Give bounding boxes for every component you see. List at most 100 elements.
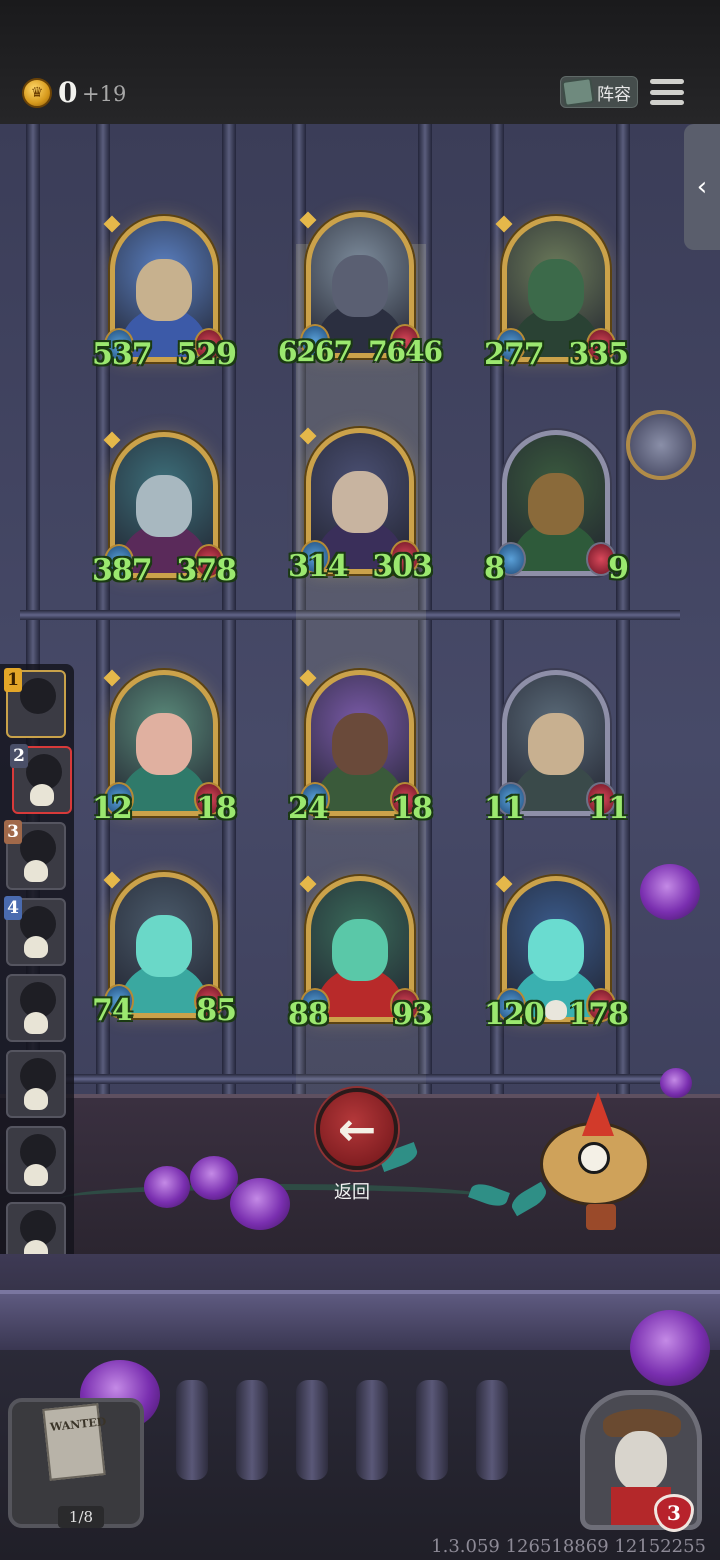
health-value: 335 xyxy=(568,337,629,372)
attack-value: 387 xyxy=(92,553,153,588)
bird-eye xyxy=(578,1142,610,1174)
health-value: 18 xyxy=(392,791,433,826)
top-bar: ♛ 0 +19 阵容 xyxy=(0,0,720,124)
tier-star-icon xyxy=(299,211,317,229)
menu-button[interactable] xyxy=(650,76,684,108)
wanted-poster-icon xyxy=(42,1403,106,1481)
arrow-left-icon: ← xyxy=(337,1102,377,1156)
baluster xyxy=(296,1380,328,1480)
tier-star-icon xyxy=(299,669,317,687)
health-value: 18 xyxy=(196,791,237,826)
minion-face xyxy=(528,919,584,982)
bird-bag xyxy=(586,1204,616,1230)
back-button[interactable]: ← xyxy=(316,1088,398,1170)
roster-slot[interactable]: 3 xyxy=(4,820,66,890)
chevron-left-icon: ‹ xyxy=(696,172,708,202)
hero-face xyxy=(615,1431,667,1491)
minion-card-king[interactable]: 537 529 xyxy=(92,215,237,372)
attack-value: 537 xyxy=(92,337,153,372)
skull-icon xyxy=(24,1164,48,1186)
tier-star-icon xyxy=(103,871,121,889)
roster-slot[interactable] xyxy=(6,974,66,1042)
railing xyxy=(0,1290,720,1350)
minion-face xyxy=(332,471,388,534)
window-frame xyxy=(616,124,630,1144)
minion-card-elf-sorceress[interactable]: 387 378 xyxy=(92,431,237,588)
coin-icon: ♛ xyxy=(22,78,52,108)
tier-star-icon xyxy=(103,215,121,233)
book-icon xyxy=(561,77,595,107)
opponent-roster: 1 2 3 4 xyxy=(0,664,74,1280)
baluster xyxy=(176,1380,208,1480)
skull-icon xyxy=(30,784,54,806)
side-panel-toggle[interactable]: ‹ xyxy=(684,124,720,250)
minion-card-ghost-brute[interactable]: 74 85 xyxy=(92,871,237,1028)
health-value: 7646 xyxy=(368,335,443,368)
minion-face xyxy=(528,713,584,776)
attack-value: 88 xyxy=(288,997,329,1032)
minion-card-goblin-beast[interactable]: 277 335 xyxy=(484,215,629,372)
minion-card-blue-hair-witch[interactable]: 314 303 xyxy=(288,427,433,584)
roster-slot[interactable] xyxy=(6,1126,66,1194)
minion-face xyxy=(136,713,192,776)
roster-slot[interactable]: 2 xyxy=(10,744,72,814)
rose-decoration xyxy=(630,1310,710,1386)
roster-slot[interactable]: 4 xyxy=(4,896,66,966)
attack-value: 277 xyxy=(484,337,545,372)
back-label: 返回 xyxy=(334,1182,370,1202)
attack-value: 120 xyxy=(484,997,545,1032)
attack-value: 12 xyxy=(92,791,133,826)
bird-hat xyxy=(582,1092,614,1136)
tier-star-icon xyxy=(103,669,121,687)
health-value: 178 xyxy=(568,997,629,1032)
rank-number: 1 xyxy=(4,668,22,692)
menu-line xyxy=(650,89,684,95)
health-value: 9 xyxy=(608,551,629,586)
baluster xyxy=(356,1380,388,1480)
minion-card-masked-druid[interactable]: 89 xyxy=(484,430,629,586)
coin-income: +19 xyxy=(82,82,127,106)
minion-card-ghost-maiden[interactable]: 120 178 xyxy=(484,875,629,1032)
health-value: 85 xyxy=(196,993,237,1028)
bird-mascot xyxy=(520,1092,660,1242)
skull-icon xyxy=(24,936,48,958)
window-frame xyxy=(222,124,236,1144)
roster-slot[interactable]: 1 xyxy=(4,668,66,738)
minion-face xyxy=(332,713,388,776)
attack-value: 74 xyxy=(92,993,133,1028)
pocket-watch-icon[interactable] xyxy=(626,410,696,480)
skull-icon xyxy=(24,860,48,882)
rose-decoration xyxy=(660,1068,692,1098)
minion-card-mushroom-spider[interactable]: 6267 7646 xyxy=(278,211,443,368)
attack-value: 11 xyxy=(484,791,525,826)
baluster xyxy=(236,1380,268,1480)
wanted-board[interactable]: WANTED 1/8 xyxy=(8,1398,144,1528)
menu-line xyxy=(650,100,684,105)
health-value: 529 xyxy=(176,337,237,372)
attack-value: 8 xyxy=(484,551,505,586)
health-value: 93 xyxy=(392,997,433,1032)
roster-slot[interactable] xyxy=(6,1050,66,1118)
lineup-button[interactable]: 阵容 xyxy=(560,76,638,108)
rose-decoration xyxy=(640,864,700,920)
tier-star-icon xyxy=(495,875,513,893)
attack-value: 314 xyxy=(288,549,349,584)
skull-icon xyxy=(545,1000,567,1020)
rose-decoration xyxy=(230,1178,290,1230)
tier-star-icon xyxy=(495,215,513,233)
health-value: 303 xyxy=(372,549,433,584)
minion-face xyxy=(136,915,192,978)
minion-card-ghost-ogre[interactable]: 88 93 xyxy=(288,875,433,1032)
minion-card-pipe-hunter[interactable]: 11 11 xyxy=(484,670,629,826)
minion-card-red-hair-priestess[interactable]: 12 18 xyxy=(92,669,237,826)
baluster xyxy=(476,1380,508,1480)
coin-count: 0 xyxy=(58,76,78,109)
tier-star-icon xyxy=(299,875,317,893)
minion-face xyxy=(332,255,388,318)
minion-face xyxy=(136,475,192,538)
baluster xyxy=(416,1380,448,1480)
skull-icon xyxy=(24,1012,48,1034)
wanted-progress: 1/8 xyxy=(58,1506,104,1528)
minion-card-green-mystic[interactable]: 24 18 xyxy=(288,669,433,826)
minion-face xyxy=(528,473,584,536)
